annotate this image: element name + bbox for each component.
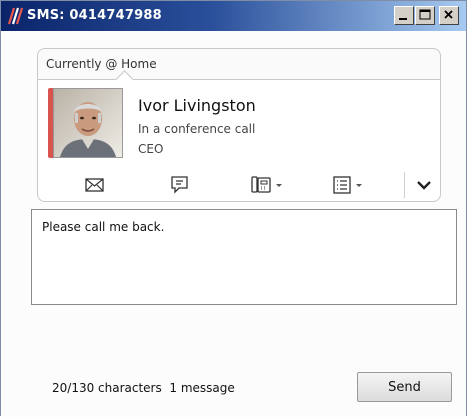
contact-toolbar <box>38 168 440 202</box>
phone-icon[interactable] <box>250 174 284 196</box>
send-button[interactable]: Send <box>357 372 452 402</box>
expand-icon[interactable] <box>415 174 433 196</box>
window-content: Currently @ Home Ivor Livingston In a co… <box>1 31 466 417</box>
title-bar[interactable]: SMS: 0414747988 <box>1 1 466 31</box>
app-logo-icon <box>7 7 23 25</box>
message-input[interactable]: Please call me back. <box>31 209 457 305</box>
location-status-text: Currently @ Home <box>46 57 157 71</box>
message-counter: 20/130 characters 1 message <box>52 381 235 395</box>
minimize-icon <box>399 18 407 20</box>
minimize-button[interactable] <box>394 6 414 25</box>
mail-icon[interactable] <box>84 174 106 196</box>
avatar-photo <box>54 89 122 157</box>
close-button[interactable] <box>439 6 459 25</box>
contact-name: Ivor Livingston <box>138 96 256 115</box>
contact-card: Ivor Livingston In a conference call CEO <box>37 70 441 202</box>
chat-icon[interactable] <box>169 174 191 196</box>
window-title: SMS: 0414747988 <box>27 8 162 23</box>
contact-avatar[interactable] <box>53 88 123 158</box>
close-icon <box>444 10 453 19</box>
maximize-button[interactable] <box>415 6 435 25</box>
contact-job-title: CEO <box>138 142 164 156</box>
toolbar-divider <box>404 172 405 198</box>
details-icon[interactable] <box>332 174 366 196</box>
character-count: 20/130 characters <box>52 381 162 395</box>
message-count: 1 message <box>169 381 235 395</box>
sms-window: SMS: 0414747988 Currently @ Home Ivor Li… <box>0 0 467 417</box>
location-status-tab: Currently @ Home <box>37 48 441 80</box>
contact-status: In a conference call <box>138 122 256 136</box>
maximize-icon <box>419 9 431 20</box>
